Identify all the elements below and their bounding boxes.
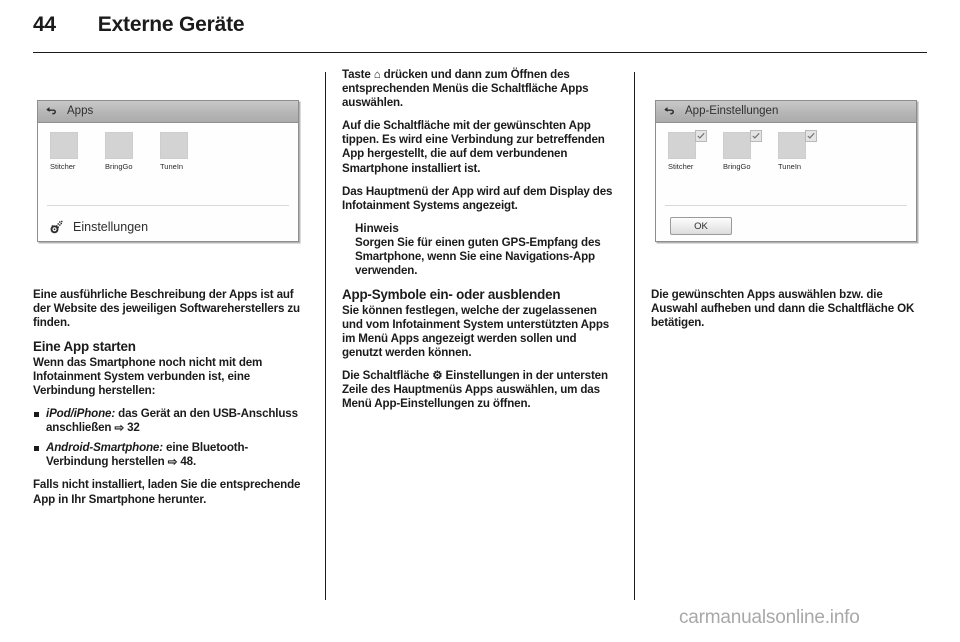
app-item-stitcher[interactable]: Stitcher	[50, 132, 105, 171]
watermark: carmanualsonline.info	[679, 607, 860, 628]
app-settings-titlebar: App-Einstellungen	[656, 101, 916, 123]
page-reference: 32	[127, 421, 140, 435]
app-settings-separator	[665, 205, 907, 206]
right-column: App-Einstellungen Stitcher BringGo TuneI…	[651, 68, 927, 600]
app-item-tunein[interactable]: TuneIn	[160, 132, 215, 171]
app-setting-item-bringgo[interactable]: BringGo	[723, 130, 778, 171]
apps-screen-separator	[47, 205, 289, 206]
app-tile-icon[interactable]	[50, 132, 78, 159]
apps-icon-grid: Stitcher BringGo TuneIn	[38, 123, 298, 171]
page-header: 44 Externe Geräte	[33, 14, 927, 48]
intro-paragraph: Eine ausführliche Beschreibung der Apps …	[33, 288, 300, 330]
column-divider-left	[309, 68, 342, 600]
reference-arrow-icon: ⇨	[167, 455, 178, 469]
bullet-lead-label: iPod/iPhone:	[46, 407, 116, 421]
app-label: TuneIn	[160, 162, 184, 171]
figure-apps-screen: Apps Stitcher BringGo TuneIn Einstellung…	[33, 68, 309, 274]
paragraph-settings-button: Die Schaltfläche ⚙ Einstellungen in der …	[342, 369, 618, 411]
app-item-bringgo[interactable]: BringGo	[105, 132, 160, 171]
page-title: Externe Geräte	[97, 13, 245, 36]
left-column: Apps Stitcher BringGo TuneIn Einstellung…	[33, 68, 309, 600]
paragraph-connect: Wenn das Smartphone noch nicht mit dem I…	[33, 355, 263, 397]
middle-column: Taste ⌂ drücken und dann zum Öffnen des …	[342, 68, 618, 600]
header-divider-rule	[33, 52, 927, 53]
page-reference: 48.	[180, 455, 197, 469]
app-tile-icon[interactable]	[778, 132, 806, 159]
note-title: Hinweis	[355, 221, 399, 235]
app-settings-title: App-Einstellungen	[685, 104, 779, 117]
column-divider-right	[618, 68, 651, 600]
device-screenshot-app-settings: App-Einstellungen Stitcher BringGo TuneI…	[655, 100, 917, 242]
app-tile-icon[interactable]	[668, 132, 696, 159]
app-label: TuneIn	[778, 162, 802, 171]
paragraph-select-apps: Sie können festlegen, welche der zugelas…	[342, 303, 610, 359]
back-arrow-icon[interactable]	[663, 105, 676, 118]
app-setting-item-stitcher[interactable]: Stitcher	[668, 130, 723, 171]
apps-screen-title: Apps	[67, 104, 94, 117]
paragraph-main-menu: Das Hauptmenü der App wird auf dem Displ…	[342, 184, 613, 212]
app-settings-icon-grid: Stitcher BringGo TuneIn	[656, 123, 916, 171]
checkbox-checked-icon[interactable]	[750, 130, 762, 142]
app-tile-icon[interactable]	[105, 132, 133, 159]
back-arrow-icon[interactable]	[45, 105, 58, 118]
list-item: iPod/iPhone: das Gerät an den USB-Anschl…	[33, 407, 309, 435]
figure-app-settings-screen: App-Einstellungen Stitcher BringGo TuneI…	[651, 68, 927, 274]
app-label: BringGo	[105, 162, 133, 171]
app-label: Stitcher	[668, 162, 694, 171]
app-tile-icon[interactable]	[723, 132, 751, 159]
settings-button-text-pre: Die Schaltfläche	[342, 369, 433, 383]
settings-label: Einstellungen	[73, 219, 149, 234]
app-setting-item-tunein[interactable]: TuneIn	[778, 130, 833, 171]
paragraph-press-key: Taste ⌂ drücken und dann zum Öffnen des …	[342, 68, 618, 110]
paragraph-download: Falls nicht installiert, laden Sie die e…	[33, 478, 301, 506]
checkbox-checked-icon[interactable]	[805, 130, 817, 142]
heading-start-app: Eine App starten	[33, 339, 136, 355]
note-text: Sorgen Sie für einen guten GPS-Empfang d…	[355, 235, 601, 278]
page-number: 44	[33, 13, 56, 36]
list-item: Android-Smartphone: eine Bluetooth-Verbi…	[33, 441, 309, 469]
note-box: Hinweis Sorgen Sie für einen guten GPS-E…	[342, 222, 618, 278]
apps-screen-titlebar: Apps	[38, 101, 298, 123]
home-symbol-icon: ⌂	[373, 68, 381, 81]
press-key-text-pre: Taste	[342, 68, 374, 81]
settings-symbol-icon: ⚙	[432, 369, 443, 383]
settings-row[interactable]: Einstellungen	[49, 219, 148, 235]
paragraph-confirm: Die gewünschten Apps auswählen bzw. die …	[651, 288, 915, 330]
ok-button[interactable]: OK	[670, 217, 732, 235]
bullet-lead-label: Android-Smartphone:	[46, 441, 163, 455]
paragraph-tap-app: Auf die Schaltfläche mit der gewünschten…	[342, 119, 605, 175]
app-label: BringGo	[723, 162, 751, 171]
heading-app-symbols: App-Symbole ein- oder ausblenden	[342, 287, 561, 303]
device-screenshot-apps: Apps Stitcher BringGo TuneIn Einstellung…	[37, 100, 299, 242]
app-tile-icon[interactable]	[160, 132, 188, 159]
reference-arrow-icon: ⇨	[114, 421, 125, 435]
checkbox-checked-icon[interactable]	[695, 130, 707, 142]
gear-icon	[49, 219, 65, 235]
app-label: Stitcher	[50, 162, 76, 171]
content-columns: Apps Stitcher BringGo TuneIn Einstellung…	[33, 68, 927, 600]
connection-bullet-list: iPod/iPhone: das Gerät an den USB-Anschl…	[33, 407, 309, 469]
